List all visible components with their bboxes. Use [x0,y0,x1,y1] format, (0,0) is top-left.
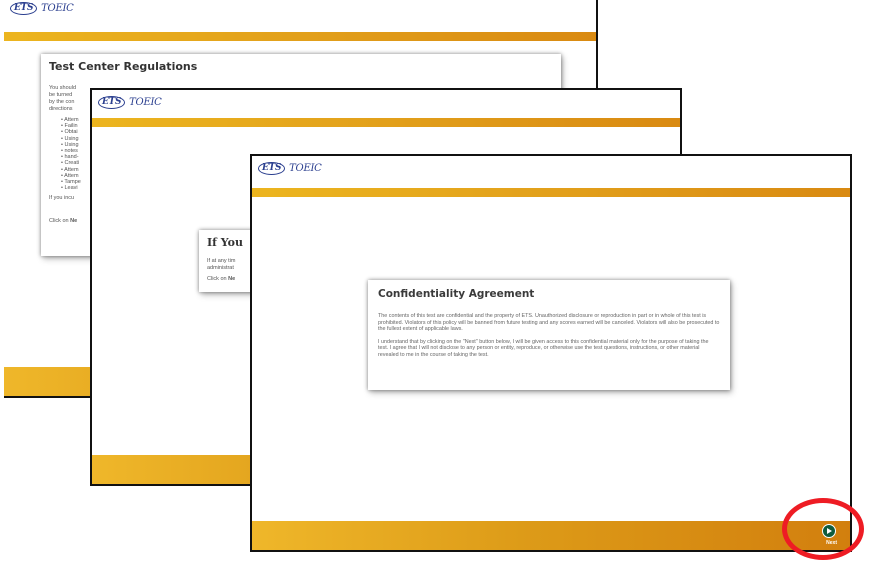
instruction-text: Click on [49,218,71,225]
brand-logo: ETS TOEIC [258,162,322,175]
toeic-logo-text: TOEIC [129,97,162,108]
header-bar [252,188,850,197]
panel-title: Test Center Regulations [49,60,198,73]
ets-logo-icon: ETS [98,96,126,109]
test-screen-confidentiality: ETS TOEIC Confidentiality Agreement The … [250,154,852,552]
highlight-circle-annotation [782,498,864,560]
instruction-emphasis: Ne [70,218,78,225]
toeic-logo-text: TOEIC [289,163,322,174]
confidentiality-panel: Confidentiality Agreement The contents o… [368,280,730,390]
agreement-paragraph: I understand that by clicking on the "Ne… [378,338,709,358]
ets-logo-icon: ETS [258,162,286,175]
confidentiality-paragraph: The contents of this test are confidenti… [378,313,720,332]
header-bar [4,32,596,41]
brand-logo: ETS TOEIC [98,96,162,109]
instruction-text: Click on [207,276,229,282]
brand-logo: ETS TOEIC [10,2,74,15]
panel-title: Confidentiality Agreement [378,288,535,300]
footer-bar: Next [252,521,850,550]
instruction-emphasis: Ne [228,276,236,282]
toeic-logo-text: TOEIC [41,3,74,14]
ets-logo-icon: ETS [10,2,38,15]
header-bar [92,118,680,127]
